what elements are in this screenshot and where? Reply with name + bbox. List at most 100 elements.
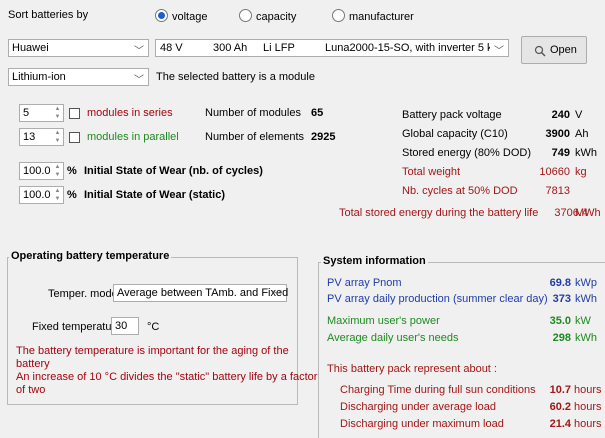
spin-arrows-icon[interactable]: ▲ ▼ (53, 163, 62, 179)
system-row-value: 35.0 (549, 315, 571, 327)
represent-label: This battery pack represent about : (327, 363, 497, 375)
radio-voltage-label: voltage (172, 11, 208, 23)
time-row-label: Discharging under maximum load (340, 418, 504, 430)
pack-row-label: Stored energy (80% DOD) (402, 147, 531, 159)
wear-static-stepper[interactable]: 100.0 ▲ ▼ (19, 186, 64, 204)
parallel-checkbox[interactable] (69, 132, 80, 143)
temper-mode-value: Average between TAmb. and Fixed (117, 287, 289, 299)
wear-static-label: Initial State of Wear (static) (84, 189, 225, 201)
temperature-note-line: The battery temperature is important for… (16, 345, 289, 357)
pack-row-unit: kg (575, 166, 587, 178)
battery-model-name: Luna2000-15-SO, with inverter 5 kW : (325, 42, 490, 54)
chevron-down-icon[interactable]: ﹀ (494, 42, 504, 57)
radio-capacity-dot[interactable] (239, 9, 252, 22)
radio-manufacturer-dot[interactable] (332, 9, 345, 22)
temperature-group-title: Operating battery temperature (9, 250, 172, 262)
system-row-unit: kWp (575, 277, 597, 289)
pack-row-unit: kWh (575, 147, 597, 159)
time-row-unit: hours (574, 418, 602, 430)
module-note: The selected battery is a module (156, 71, 315, 83)
system-row-value: 69.8 (549, 277, 571, 289)
battery-type-select[interactable]: Lithium-ion ﹀ (8, 68, 149, 86)
radio-manufacturer-label: manufacturer (349, 11, 414, 23)
modules-count-label: Number of modules (205, 107, 301, 119)
pack-row-value: 7813 (545, 185, 570, 197)
time-row-label: Charging Time during full sun conditions (340, 384, 536, 396)
pack-row-unit: V (575, 109, 583, 121)
time-row-unit: hours (574, 401, 602, 413)
spin-arrows-icon[interactable]: ▲ ▼ (53, 187, 62, 203)
parallel-stepper[interactable]: 13 ▲ ▼ (19, 128, 64, 146)
wear-cycles-label: Initial State of Wear (nb. of cycles) (84, 165, 263, 177)
fixed-temp-unit: °C (147, 321, 160, 333)
magnifier-icon (534, 45, 546, 57)
pack-row-unit: Ah (575, 128, 589, 140)
time-row-label: Discharging under average load (340, 401, 496, 413)
temperature-note: The battery temperature is important for… (16, 345, 317, 397)
time-row-value: 60.2 (549, 401, 571, 413)
time-row-value: 10.7 (549, 384, 571, 396)
battery-type-value: Lithium-ion (12, 71, 66, 83)
battery-voltage: 48 V (160, 42, 183, 54)
pack-row-value: 749 (551, 147, 570, 159)
parallel-value: 13 (23, 131, 36, 143)
time-row-value: 21.4 (549, 418, 571, 430)
battery-technology: Li LFP (263, 42, 295, 54)
system-row-unit: kWh (575, 293, 597, 305)
pack-row-value: 240 (551, 109, 570, 121)
series-checkbox[interactable] (69, 108, 80, 119)
chevron-down-icon[interactable]: ﹀ (272, 287, 282, 302)
wear-cycles-stepper[interactable]: 100.0 ▲ ▼ (19, 162, 64, 180)
series-stepper[interactable]: 5 ▲ ▼ (19, 104, 64, 122)
system-row-label: Maximum user's power (327, 315, 440, 327)
open-button[interactable]: Open (521, 36, 587, 64)
fixed-temp-value: 30 (115, 320, 128, 332)
wear-static-value: 100.0 (23, 189, 51, 201)
manufacturer-select-value: Huawei (12, 42, 49, 54)
system-row-label: PV array Pnom (327, 277, 402, 289)
total-stored-label: Total stored energy during the battery l… (339, 207, 539, 219)
open-button-label: Open (550, 44, 577, 56)
system-row-value: 298 (552, 332, 571, 344)
fixed-temp-input[interactable]: 30 (111, 317, 139, 335)
fixed-temp-label: Fixed temperature (32, 321, 122, 333)
wear-cycles-value: 100.0 (23, 165, 51, 177)
pack-row-value: 3900 (545, 128, 570, 140)
temper-mode-label: Temper. mode (48, 288, 118, 300)
total-stored-unit: MWh (575, 207, 601, 219)
temper-mode-select[interactable]: Average between TAmb. and Fixed ﹀ (113, 284, 289, 302)
pack-row-value: 10660 (539, 166, 570, 178)
chevron-down-icon[interactable]: ﹀ (134, 42, 144, 57)
pack-row-label: Total weight (402, 166, 461, 178)
wear-static-unit: % (67, 189, 77, 201)
spin-arrows-icon[interactable]: ▲ ▼ (53, 129, 62, 145)
radio-voltage-dot[interactable] (155, 9, 168, 22)
system-row-label: Average daily user's needs (327, 332, 459, 344)
radio-manufacturer[interactable]: manufacturer (332, 9, 414, 23)
parallel-label: modules in parallel (87, 131, 179, 143)
system-row-label: PV array daily production (summer clear … (327, 293, 548, 305)
radio-voltage[interactable]: voltage (155, 9, 207, 23)
system-row-value: 373 (552, 293, 571, 305)
radio-capacity-label: capacity (256, 11, 297, 23)
temperature-note-line: An increase of 10 °C divides the "static… (16, 371, 318, 383)
system-row-unit: kWh (575, 332, 597, 344)
pack-row-label: Battery pack voltage (402, 109, 502, 121)
time-row-unit: hours (574, 384, 602, 396)
temperature-note-line: of two (16, 384, 46, 396)
battery-capacity: 300 Ah (213, 42, 248, 54)
manufacturer-select[interactable]: Huawei ﹀ (8, 39, 149, 57)
battery-model-select[interactable]: 48 V 300 Ah Li LFP Luna2000-15-SO, with … (155, 39, 509, 57)
radio-capacity[interactable]: capacity (239, 9, 296, 23)
system-info-title: System information (321, 255, 428, 267)
series-value: 5 (23, 107, 30, 119)
system-row-unit: kW (575, 315, 591, 327)
modules-count-value: 65 (311, 107, 324, 119)
pack-row-label: Nb. cycles at 50% DOD (402, 185, 518, 197)
sort-label: Sort batteries by (8, 9, 89, 21)
pack-row-label: Global capacity (C10) (402, 128, 508, 140)
wear-cycles-unit: % (67, 165, 77, 177)
spin-arrows-icon[interactable]: ▲ ▼ (53, 105, 62, 121)
chevron-down-icon[interactable]: ﹀ (134, 71, 144, 86)
elements-count-label: Number of elements (205, 131, 305, 143)
